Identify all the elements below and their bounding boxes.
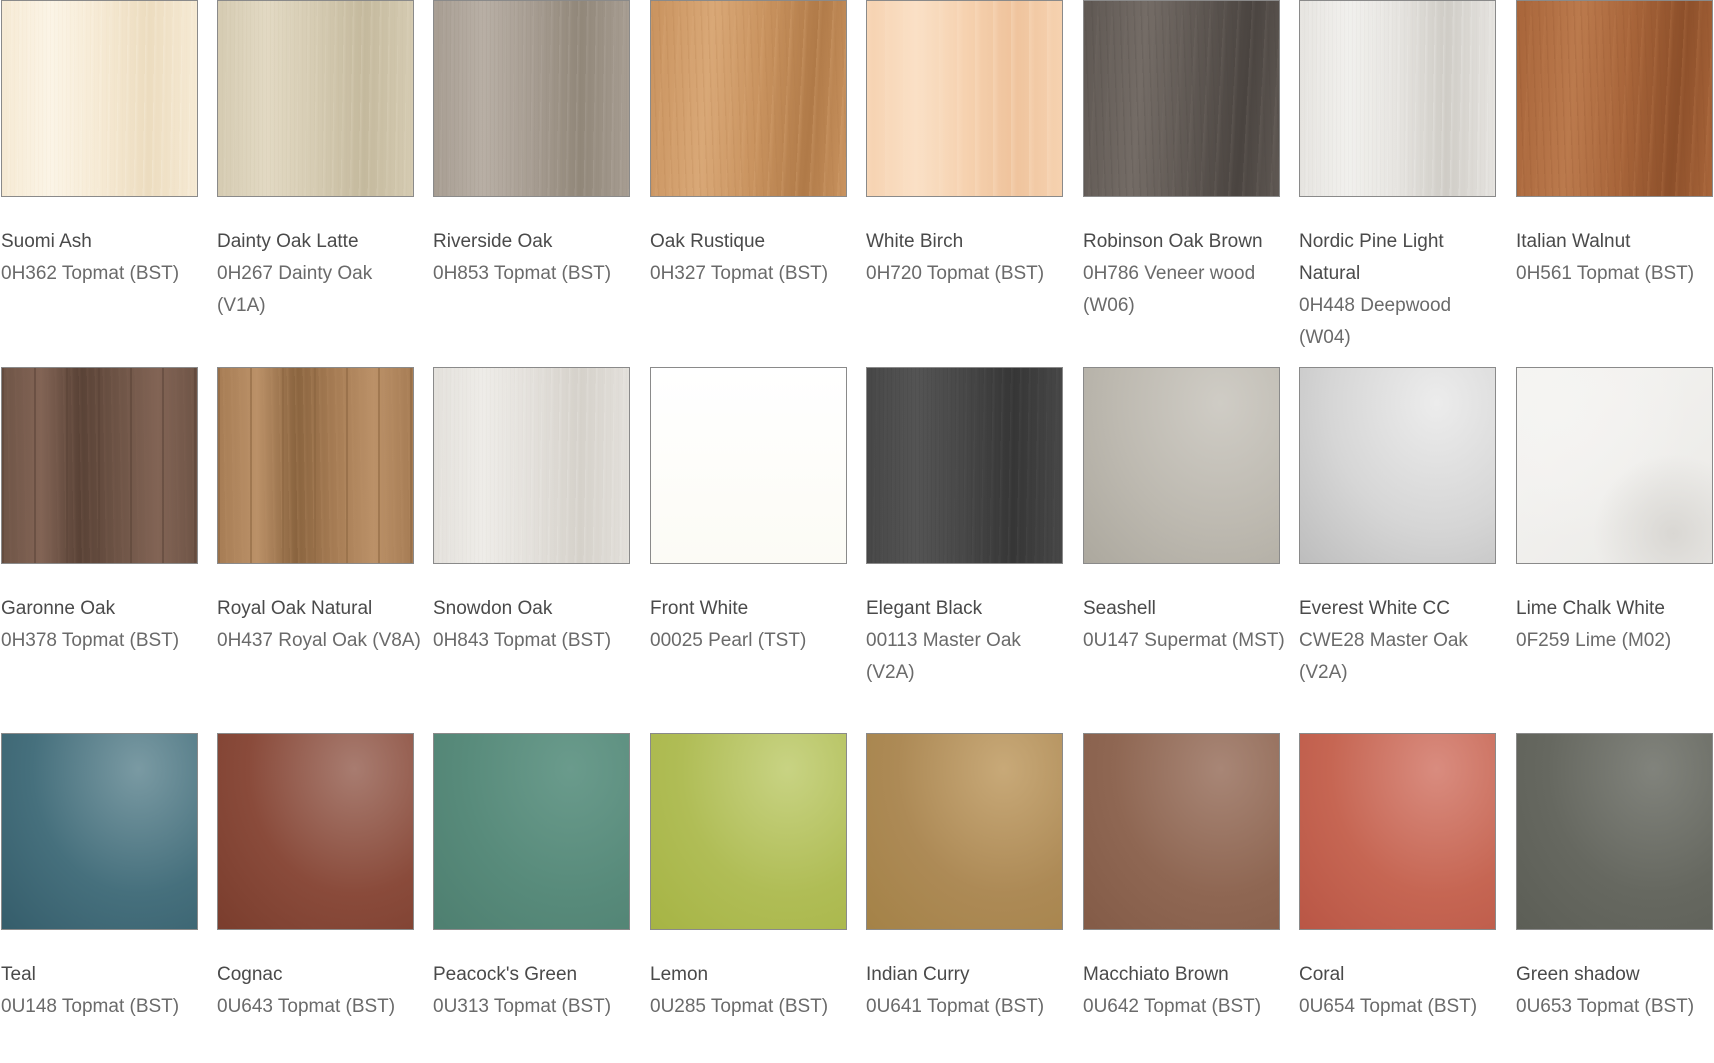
- swatch-name: Oak Rustique: [650, 231, 766, 252]
- swatch-name: Suomi Ash: [1, 231, 92, 252]
- swatch-card-snowdon-oak[interactable]: Snowdon Oak 0H843 Topmat (BST): [433, 367, 630, 697]
- swatch-image[interactable]: [650, 0, 847, 197]
- swatch-code: 00025 Pearl (TST): [650, 630, 807, 651]
- swatch-code: 0U653 Topmat (BST): [1516, 996, 1695, 1017]
- swatch-card-seashell[interactable]: Seashell 0U147 Supermat (MST): [1083, 367, 1285, 697]
- swatch-name: White Birch: [866, 231, 964, 252]
- swatch-code: 0H843 Topmat (BST): [433, 630, 612, 651]
- swatch-image[interactable]: [433, 0, 630, 197]
- swatch-code: 0H786 Veneer wood (W06): [1083, 263, 1256, 316]
- swatch-image[interactable]: [1516, 733, 1713, 930]
- swatch-code: 0U313 Topmat (BST): [433, 996, 612, 1017]
- swatch-card-teal[interactable]: Teal 0U148 Topmat (BST): [1, 733, 198, 1063]
- swatch-name: Macchiato Brown: [1083, 964, 1229, 985]
- swatch-image[interactable]: [217, 367, 414, 564]
- swatch-name: Cognac: [217, 964, 283, 985]
- swatch-code: 0F259 Lime (M02): [1516, 630, 1672, 651]
- swatch-name: Lemon: [650, 964, 709, 985]
- swatch-image[interactable]: [650, 733, 847, 930]
- swatch-name: Snowdon Oak: [433, 598, 553, 619]
- swatch-code: 0H448 Deepwood (W04): [1299, 295, 1452, 348]
- swatch-code: 0H267 Dainty Oak (V1A): [217, 263, 373, 316]
- swatch-card-oak-rustique[interactable]: Oak Rustique 0H327 Topmat (BST): [650, 0, 847, 330]
- swatch-image[interactable]: [1083, 733, 1280, 930]
- swatch-card-royal-oak-natural[interactable]: Royal Oak Natural 0H437 Royal Oak (V8A): [217, 367, 421, 697]
- swatch-card-indian-curry[interactable]: Indian Curry 0U641 Topmat (BST): [866, 733, 1063, 1063]
- swatch-card-everest-white-cc[interactable]: Everest White CC CWE28 Master Oak (V2A): [1299, 367, 1496, 697]
- swatch-image[interactable]: [1299, 733, 1496, 930]
- swatch-code: 0H327 Topmat (BST): [650, 263, 829, 284]
- swatch-code: 0H378 Topmat (BST): [1, 630, 180, 651]
- swatch-name: Dainty Oak Latte: [217, 231, 359, 252]
- swatch-name: Teal: [1, 964, 36, 985]
- swatch-card-peacock-s-green[interactable]: Peacock's Green 0U313 Topmat (BST): [433, 733, 630, 1063]
- swatch-card-green-shadow[interactable]: Green shadow 0U653 Topmat (BST): [1516, 733, 1713, 1063]
- swatch-name: Lime Chalk White: [1516, 598, 1665, 619]
- swatch-code: 0U641 Topmat (BST): [866, 996, 1045, 1017]
- swatch-image[interactable]: [1, 0, 198, 197]
- swatch-image[interactable]: [217, 0, 414, 197]
- swatch-code: 0H561 Topmat (BST): [1516, 263, 1695, 284]
- swatch-image[interactable]: [1083, 367, 1280, 564]
- swatch-image[interactable]: [1516, 367, 1713, 564]
- swatch-code: 00113 Master Oak (V2A): [866, 630, 1021, 683]
- swatch-image[interactable]: [433, 733, 630, 930]
- swatch-card-cognac[interactable]: Cognac 0U643 Topmat (BST): [217, 733, 414, 1063]
- swatch-code: 0H437 Royal Oak (V8A): [217, 630, 421, 651]
- swatch-code: 0H362 Topmat (BST): [1, 263, 180, 284]
- swatch-card-dainty-oak-latte[interactable]: Dainty Oak Latte 0H267 Dainty Oak (V1A): [217, 0, 414, 330]
- swatch-card-italian-walnut[interactable]: Italian Walnut 0H561 Topmat (BST): [1516, 0, 1713, 330]
- swatch-name: Royal Oak Natural: [217, 598, 373, 619]
- swatch-code: 0U654 Topmat (BST): [1299, 996, 1478, 1017]
- swatch-name: Coral: [1299, 964, 1345, 985]
- swatch-image[interactable]: [1, 733, 198, 930]
- swatch-name: Garonne Oak: [1, 598, 116, 619]
- swatch-card-elegant-black[interactable]: Elegant Black 00113 Master Oak (V2A): [866, 367, 1063, 697]
- swatch-card-front-white[interactable]: Front White 00025 Pearl (TST): [650, 367, 847, 697]
- swatch-name: Riverside Oak: [433, 231, 553, 252]
- swatch-card-riverside-oak[interactable]: Riverside Oak 0H853 Topmat (BST): [433, 0, 630, 330]
- swatch-name: Robinson Oak Brown: [1083, 231, 1263, 252]
- swatch-image[interactable]: [1516, 0, 1713, 197]
- swatch-name: Peacock's Green: [433, 964, 578, 985]
- swatch-name: Front White: [650, 598, 749, 619]
- swatch-image[interactable]: [866, 0, 1063, 197]
- swatch-image[interactable]: [1299, 0, 1496, 197]
- swatch-image[interactable]: [1, 367, 198, 564]
- swatch-card-robinson-oak-brown[interactable]: Robinson Oak Brown 0H786 Veneer wood (W06…: [1083, 0, 1280, 330]
- swatch-code: 0U148 Topmat (BST): [1, 996, 180, 1017]
- swatch-code: 0U147 Supermat (MST): [1083, 630, 1285, 651]
- swatch-image[interactable]: [217, 733, 414, 930]
- swatch-name: Nordic Pine Light Natural: [1299, 231, 1444, 284]
- swatch-grid: Suomi Ash 0H362 Topmat (BST) Dainty Oak La…: [0, 0, 1714, 1017]
- swatch-name: Elegant Black: [866, 598, 983, 619]
- swatch-code: 0H720 Topmat (BST): [866, 263, 1045, 284]
- swatch-card-suomi-ash[interactable]: Suomi Ash 0H362 Topmat (BST): [1, 0, 198, 330]
- swatch-name: Indian Curry: [866, 964, 970, 985]
- swatch-code: 0U643 Topmat (BST): [217, 996, 396, 1017]
- swatch-image[interactable]: [650, 367, 847, 564]
- swatch-image[interactable]: [1299, 367, 1496, 564]
- swatch-image[interactable]: [1083, 0, 1280, 197]
- swatch-image[interactable]: [866, 367, 1063, 564]
- swatch-card-lime-chalk-white[interactable]: Lime Chalk White 0F259 Lime (M02): [1516, 367, 1713, 697]
- swatch-code: 0U285 Topmat (BST): [650, 996, 829, 1017]
- swatch-code: 0H853 Topmat (BST): [433, 263, 612, 284]
- swatch-card-white-birch[interactable]: White Birch 0H720 Topmat (BST): [866, 0, 1063, 330]
- swatch-image[interactable]: [866, 733, 1063, 930]
- swatch-image[interactable]: [433, 367, 630, 564]
- swatch-card-macchiato-brown[interactable]: Macchiato Brown 0U642 Topmat (BST): [1083, 733, 1280, 1063]
- swatch-card-coral[interactable]: Coral 0U654 Topmat (BST): [1299, 733, 1496, 1063]
- swatch-card-lemon[interactable]: Lemon 0U285 Topmat (BST): [650, 733, 847, 1063]
- swatch-card-nordic-pine-light-natural[interactable]: Nordic Pine Light Natural 0H448 Deepwood …: [1299, 0, 1496, 348]
- swatch-name: Seashell: [1083, 598, 1156, 619]
- swatch-name: Italian Walnut: [1516, 231, 1631, 252]
- swatch-name: Green shadow: [1516, 964, 1640, 985]
- swatch-code: CWE28 Master Oak (V2A): [1299, 630, 1468, 683]
- swatch-code: 0U642 Topmat (BST): [1083, 996, 1262, 1017]
- swatch-card-garonne-oak[interactable]: Garonne Oak 0H378 Topmat (BST): [1, 367, 198, 697]
- swatch-name: Everest White CC: [1299, 598, 1450, 619]
